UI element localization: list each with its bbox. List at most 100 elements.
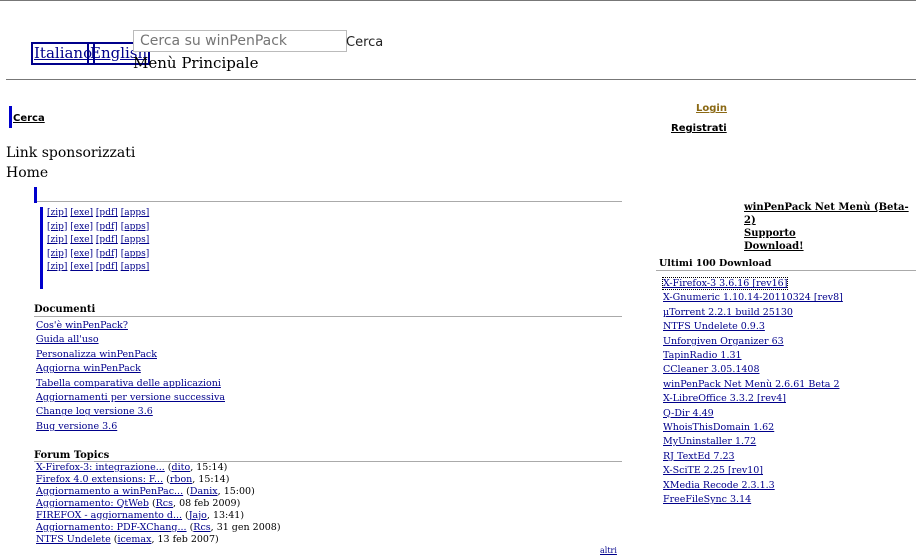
format-link-pdf[interactable]: [pdf] (96, 249, 118, 259)
top-rule (0, 0, 916, 1)
home-label: Home (6, 165, 49, 181)
downloads-title: Ultimi 100 Download (659, 258, 772, 269)
format-link-exe[interactable]: [exe] (70, 222, 93, 232)
format-link-exe[interactable]: [exe] (70, 235, 93, 245)
cerca-marker (9, 106, 12, 128)
format-link-apps[interactable]: [apps] (121, 249, 150, 259)
download-link[interactable]: Download! (744, 240, 916, 253)
document-link[interactable]: Cos'è winPenPack? (36, 320, 128, 331)
download-item-link[interactable]: FreeFileSync 3.14 (663, 494, 751, 505)
forum-user-link[interactable]: dito (172, 462, 191, 473)
forum-title: Forum Topics (34, 450, 110, 461)
download-item-link[interactable]: winPenPack Net Menù 2.6.61 Beta 2 (663, 379, 839, 390)
forum-topic-row: NTFS Undelete (icemax, 13 feb 2007) (36, 534, 219, 545)
format-links-row: [zip] [exe] [pdf] [apps] (47, 249, 149, 259)
download-item-link[interactable]: TapinRadio 1.31 (663, 350, 742, 361)
forum-topic-row: Firefox 4.0 extensions: F... (rbon, 15:1… (36, 474, 230, 485)
download-item-link[interactable]: NTFS Undelete 0.9.3 (663, 321, 765, 332)
forum-user-link[interactable]: Danix (190, 486, 218, 497)
format-link-zip[interactable]: [zip] (47, 235, 67, 245)
format-links-row: [zip] [exe] [pdf] [apps] (47, 208, 149, 218)
forum-time: 15:14 (198, 474, 226, 485)
forum-user-link[interactable]: Rcs (156, 498, 173, 509)
forum-topic-link[interactable]: Aggiornamento: PDF-XChang... (36, 522, 187, 533)
document-link[interactable]: Change log versione 3.6 (36, 406, 153, 417)
format-link-exe[interactable]: [exe] (70, 262, 93, 272)
forum-user-link[interactable]: icemax (117, 534, 151, 545)
netmenu-link[interactable]: winPenPack Net Menù (Beta-2) (744, 201, 916, 227)
format-link-apps[interactable]: [apps] (121, 235, 150, 245)
downloads-rule (656, 270, 916, 271)
cerca-link[interactable]: Cerca (13, 113, 45, 124)
download-item-link[interactable]: Q-Dir 4.49 (663, 408, 714, 419)
format-link-exe[interactable]: [exe] (70, 208, 93, 218)
format-link-apps[interactable]: [apps] (121, 208, 150, 218)
search-input[interactable] (133, 30, 347, 52)
register-link[interactable]: Registrati (671, 123, 727, 134)
forum-more-link[interactable]: altri (600, 546, 617, 555)
format-link-zip[interactable]: [zip] (47, 262, 67, 272)
download-box-bar (40, 207, 43, 289)
forum-time: 13:41 (212, 510, 241, 521)
forum-topic-link[interactable]: X-Firefox-3: integrazione... (36, 462, 165, 473)
language-italiano-link[interactable]: Italiano (31, 42, 96, 65)
download-item-link[interactable]: X-Gnumeric 1.10.14-20110324 [rev8] (663, 292, 843, 303)
forum-topic-row: Aggiornamento a winPenPac... (Danix, 15:… (36, 486, 255, 497)
netmenu-links: winPenPack Net Menù (Beta-2) Supporto Do… (744, 201, 916, 253)
main-menu-title: Menù Principale (133, 54, 259, 72)
login-link[interactable]: Login (696, 103, 727, 114)
download-item-link[interactable]: X-Firefox-3 3.6.16 [rev16] (661, 277, 789, 290)
document-link[interactable]: Aggiornamenti per versione successiva (36, 392, 225, 403)
content-rule (37, 201, 622, 202)
forum-time: 08 feb 2009 (179, 498, 237, 509)
format-link-apps[interactable]: [apps] (121, 222, 150, 232)
forum-topic-row: Aggiornamento: QtWeb (Rcs, 08 feb 2009) (36, 498, 241, 509)
forum-user-link[interactable]: rbon (170, 474, 192, 485)
documents-title: Documenti (34, 304, 96, 315)
document-link[interactable]: Aggiorna winPenPack (36, 363, 141, 374)
forum-topic-link[interactable]: NTFS Undelete (36, 534, 111, 545)
support-link[interactable]: Supporto (744, 227, 916, 240)
format-links-row: [zip] [exe] [pdf] [apps] (47, 262, 149, 272)
header-divider (6, 79, 916, 80)
forum-time: 31 gen 2008 (216, 522, 277, 533)
forum-user-link[interactable]: Rcs (193, 522, 210, 533)
forum-user-link[interactable]: Jajo (189, 510, 207, 521)
document-link[interactable]: Personalizza winPenPack (36, 349, 157, 360)
forum-topic-link[interactable]: Firefox 4.0 extensions: F... (36, 474, 163, 485)
download-item-link[interactable]: RJ TextEd 7.23 (663, 451, 735, 462)
forum-topic-row: X-Firefox-3: integrazione... (dito, 15:1… (36, 462, 228, 473)
format-link-zip[interactable]: [zip] (47, 222, 67, 232)
format-link-pdf[interactable]: [pdf] (96, 222, 118, 232)
download-item-link[interactable]: X-LibreOffice 3.3.2 [rev4] (663, 393, 786, 404)
download-item-link[interactable]: Unforgiven Organizer 63 (663, 336, 784, 347)
document-link[interactable]: Bug versione 3.6 (36, 421, 117, 432)
forum-topic-link[interactable]: FIREFOX - aggiornamento d... (36, 510, 182, 521)
format-link-zip[interactable]: [zip] (47, 249, 67, 259)
format-link-pdf[interactable]: [pdf] (96, 208, 118, 218)
download-item-link[interactable]: X-SciTE 2.25 [rev10] (663, 465, 763, 476)
download-item-link[interactable]: WhoisThisDomain 1.62 (663, 422, 774, 433)
download-item-link[interactable]: XMedia Recode 2.3.1.3 (663, 480, 775, 491)
format-link-apps[interactable]: [apps] (121, 262, 150, 272)
download-item-link[interactable]: CCleaner 3.05.1408 (663, 364, 760, 375)
document-link[interactable]: Tabella comparativa delle applicazioni (36, 378, 221, 389)
download-item-link[interactable]: MyUninstaller 1.72 (663, 436, 756, 447)
forum-topic-link[interactable]: Aggiornamento: QtWeb (36, 498, 149, 509)
format-link-zip[interactable]: [zip] (47, 208, 67, 218)
forum-topic-row: FIREFOX - aggiornamento d... (Jajo, 13:4… (36, 510, 245, 521)
format-link-pdf[interactable]: [pdf] (96, 235, 118, 245)
documents-rule (34, 316, 622, 317)
forum-time: 15:14 (196, 462, 224, 473)
download-item-link[interactable]: µTorrent 2.2.1 build 25130 (663, 307, 793, 318)
forum-topic-link[interactable]: Aggiornamento a winPenPac... (36, 486, 183, 497)
search-button[interactable]: Cerca (346, 35, 383, 50)
forum-time: 15:00 (223, 486, 252, 497)
forum-time: 13 feb 2007 (157, 534, 216, 545)
format-links-row: [zip] [exe] [pdf] [apps] (47, 235, 149, 245)
format-links-row: [zip] [exe] [pdf] [apps] (47, 222, 149, 232)
format-link-exe[interactable]: [exe] (70, 249, 93, 259)
sponsored-links-label: Link sponsorizzati (6, 145, 136, 161)
format-link-pdf[interactable]: [pdf] (96, 262, 118, 272)
document-link[interactable]: Guida all'uso (36, 334, 99, 345)
